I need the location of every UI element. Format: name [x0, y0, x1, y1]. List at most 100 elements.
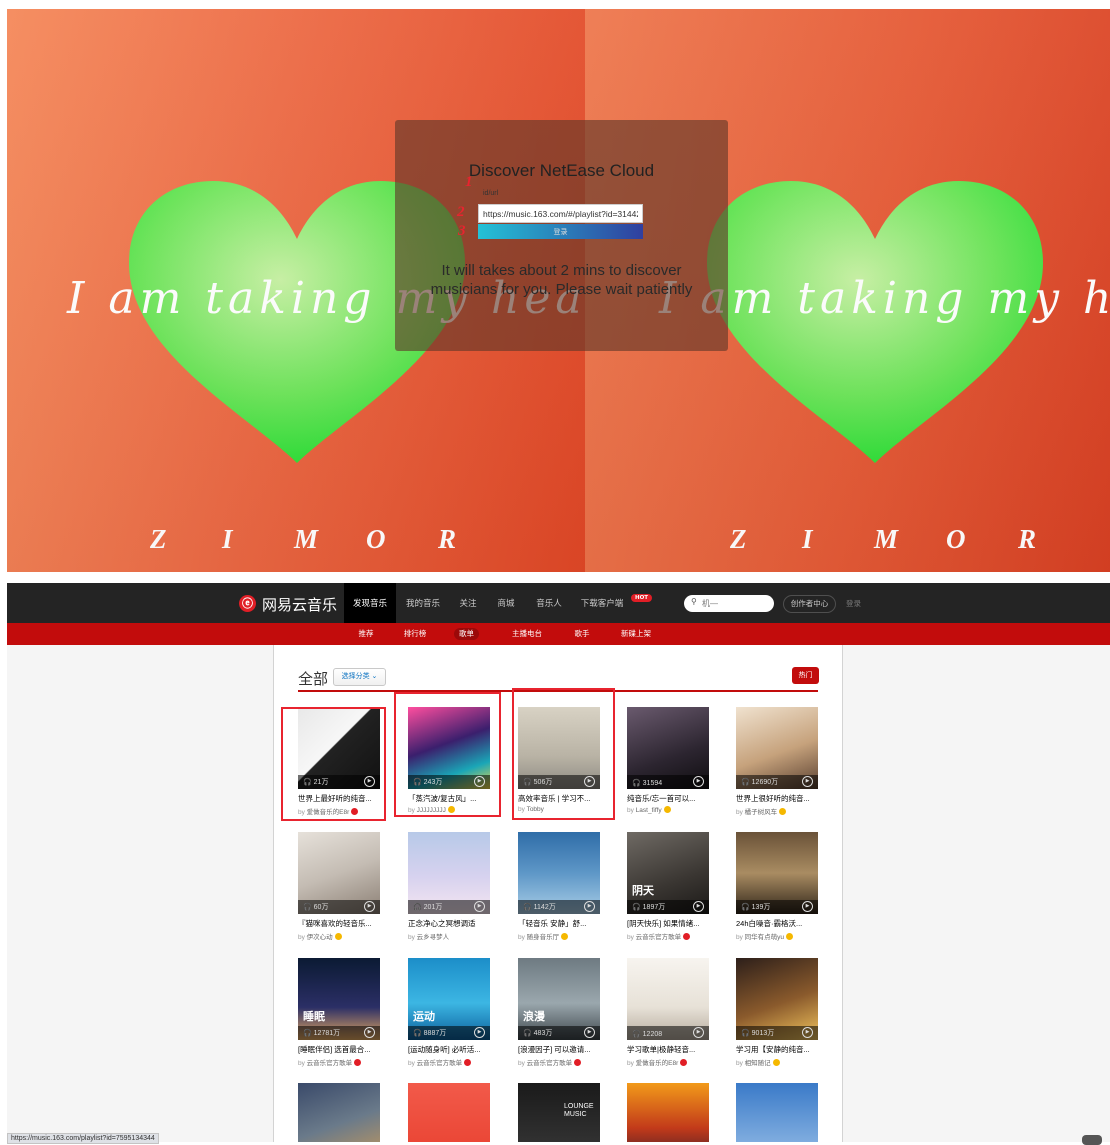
author-link[interactable]: 橘子树风车 — [745, 809, 778, 816]
login-link[interactable]: 登录 — [846, 598, 861, 609]
subnav-radio[interactable]: 主播电台 — [507, 623, 547, 645]
playlist-title[interactable]: 学习用【安静的纯音... — [736, 1044, 820, 1055]
playlist-card[interactable]: 睡眠 🎧 12781万 ▶ [睡眠伴侣] 选首最合... by 云音乐官方歌单 — [298, 958, 380, 1073]
subnav-artists[interactable]: 歌手 — [567, 623, 597, 645]
playlist-cover[interactable]: 🎧 9013万 ▶ — [736, 958, 818, 1040]
playlist-card[interactable]: 运动 🎧 8887万 ▶ [运动随身听] 必听活... by 云音乐官方歌单 — [408, 958, 490, 1073]
play-icon[interactable]: ▶ — [474, 1027, 485, 1038]
play-icon[interactable]: ▶ — [693, 776, 704, 787]
logo-text[interactable]: 网易云音乐 — [262, 594, 337, 615]
author-link[interactable]: 云音乐官方歌单 — [527, 1060, 573, 1067]
hot-sort-button[interactable]: 热门 — [792, 667, 819, 684]
author-link[interactable]: 云音乐官方歌单 — [417, 1060, 463, 1067]
author-link[interactable]: 伊次心动 — [307, 934, 333, 941]
play-icon[interactable]: ▶ — [584, 901, 595, 912]
nav-my-music[interactable]: 我的音乐 — [400, 583, 446, 623]
cover-tag: 浪漫 — [523, 1011, 545, 1023]
play-icon[interactable]: ▶ — [474, 901, 485, 912]
playlist-cover[interactable]: 🎧 139万 ▶ — [736, 832, 818, 914]
playlist-title[interactable]: 世界上很好听的纯音... — [736, 793, 820, 804]
author-link[interactable]: Last_fiffy — [636, 807, 662, 814]
author-link[interactable]: 相知随记 — [745, 1060, 771, 1067]
zimor-letter: I — [802, 524, 813, 554]
subnav-recommend[interactable]: 推荐 — [351, 623, 381, 645]
play-icon[interactable]: ▶ — [364, 901, 375, 912]
author-link[interactable]: 云乡寻梦人 — [417, 934, 450, 941]
playlist-cover[interactable]: 阴天 🎧 1897万 ▶ — [627, 832, 709, 914]
cover-bottom-bar: 🎧 31594 ▶ — [627, 775, 709, 789]
playlist-card[interactable] — [408, 1083, 490, 1142]
play-icon[interactable]: ▶ — [584, 1027, 595, 1038]
cover-bottom-bar: 🎧 1897万 ▶ — [627, 900, 709, 914]
playlist-card[interactable] — [298, 1083, 380, 1142]
select-category-button[interactable]: 选择分类 ⌄ — [333, 668, 386, 686]
playlist-cover[interactable]: 睡眠 🎧 12781万 ▶ — [298, 958, 380, 1040]
login-button[interactable]: 登录 — [478, 224, 643, 239]
subnav-playlists[interactable]: 歌单 — [454, 628, 479, 640]
playlist-card[interactable]: 🎧 201万 ▶ 正念净心之冥想调适 by 云乡寻梦人 — [408, 832, 490, 947]
playlist-card[interactable]: LOUNGE MUSIC — [518, 1083, 600, 1142]
playlist-title[interactable]: 纯音乐/忘一首可以... — [627, 793, 711, 804]
play-icon[interactable]: ▶ — [802, 776, 813, 787]
playlist-cover[interactable]: 🎧 12690万 ▶ — [736, 707, 818, 789]
subnav-charts[interactable]: 排行榜 — [400, 623, 430, 645]
nav-follow[interactable]: 关注 — [452, 583, 484, 623]
playlist-cover[interactable] — [298, 1083, 380, 1142]
search-input[interactable]: ⚲ 机— — [684, 595, 774, 612]
zimor-letter: M — [874, 524, 899, 554]
verified-badge-icon — [786, 933, 794, 940]
playlist-title[interactable]: [运动随身听] 必听活... — [408, 1044, 492, 1055]
playlist-cover[interactable]: 🎧 12208 ▶ — [627, 958, 709, 1040]
playlist-url-input[interactable] — [478, 204, 643, 223]
nav-store[interactable]: 商城 — [490, 583, 522, 623]
author-link[interactable]: 随身音乐厅 — [527, 934, 560, 941]
author-link[interactable]: 云音乐官方歌单 — [636, 934, 682, 941]
playlist-cover[interactable]: 运动 🎧 8887万 ▶ — [408, 958, 490, 1040]
creator-center-button[interactable]: 创作者中心 — [783, 595, 836, 613]
playlist-card[interactable]: 🎧 12690万 ▶ 世界上很好听的纯音... by 橘子树风车 — [736, 707, 818, 822]
author-link[interactable]: 云音乐官方歌单 — [307, 1060, 353, 1067]
cover-bottom-bar: 🎧 483万 ▶ — [518, 1026, 600, 1040]
playlist-cover[interactable]: LOUNGE MUSIC — [518, 1083, 600, 1142]
play-icon[interactable]: ▶ — [693, 1027, 704, 1038]
playlist-title[interactable]: 『猫咪喜欢的轻音乐... — [298, 918, 382, 929]
search-icon: ⚲ — [691, 597, 697, 606]
playlist-title[interactable]: [浪漫因子] 可以邀请... — [518, 1044, 602, 1055]
subnav-new-albums[interactable]: 新碟上架 — [616, 623, 656, 645]
playlist-cover[interactable] — [627, 1083, 709, 1142]
playlist-card[interactable] — [627, 1083, 709, 1142]
play-icon[interactable]: ▶ — [802, 1027, 813, 1038]
playlist-cover[interactable]: 🎧 31594 ▶ — [627, 707, 709, 789]
play-icon[interactable]: ▶ — [693, 901, 704, 912]
playlist-title[interactable]: 「轻音乐 安静」舒... — [518, 918, 602, 929]
playlist-cover[interactable]: 🎧 1142万 ▶ — [518, 832, 600, 914]
playlist-title[interactable]: [睡眠伴侣] 选首最合... — [298, 1044, 382, 1055]
play-icon[interactable]: ▶ — [802, 901, 813, 912]
nav-download[interactable]: 下载客户端 — [576, 583, 628, 623]
playlist-card[interactable]: 浪漫 🎧 483万 ▶ [浪漫因子] 可以邀请... by 云音乐官方歌单 — [518, 958, 600, 1073]
playlist-card[interactable]: 🎧 60万 ▶ 『猫咪喜欢的轻音乐... by 伊次心动 — [298, 832, 380, 947]
playlist-cover[interactable]: 🎧 201万 ▶ — [408, 832, 490, 914]
play-icon[interactable]: ▶ — [364, 1027, 375, 1038]
author-link[interactable]: 爱做音乐的E8r — [636, 1060, 679, 1067]
author-link[interactable]: 同华有点萌yu — [745, 934, 784, 941]
playlist-cover[interactable] — [736, 1083, 818, 1142]
playlist-card[interactable]: 🎧 139万 ▶ 24h白噪音·霸格沃... by 同华有点萌yu — [736, 832, 818, 947]
playlist-card[interactable] — [736, 1083, 818, 1142]
playlist-card[interactable]: 阴天 🎧 1897万 ▶ [阴天快乐] 如果情绪... by 云音乐官方歌单 — [627, 832, 709, 947]
floating-button[interactable] — [1082, 1135, 1102, 1145]
playlist-card[interactable]: 🎧 12208 ▶ 学习歌单|极静轻音... by 爱做音乐的E8r — [627, 958, 709, 1073]
playlist-cover[interactable]: 🎧 60万 ▶ — [298, 832, 380, 914]
playlist-cover[interactable]: 浪漫 🎧 483万 ▶ — [518, 958, 600, 1040]
playlist-cover[interactable] — [408, 1083, 490, 1142]
nav-discover[interactable]: 发现音乐 — [344, 583, 396, 623]
playlist-card[interactable]: 🎧 1142万 ▶ 「轻音乐 安静」舒... by 随身音乐厅 — [518, 832, 600, 947]
playlist-card[interactable]: 🎧 9013万 ▶ 学习用【安静的纯音... by 相知随记 — [736, 958, 818, 1073]
playlist-card[interactable]: 🎧 31594 ▶ 纯音乐/忘一首可以... by Last_fiffy — [627, 707, 709, 822]
nav-musician[interactable]: 音乐人 — [529, 583, 569, 623]
playlist-title[interactable]: 正念净心之冥想调适 — [408, 918, 492, 929]
playlist-title[interactable]: [阴天快乐] 如果情绪... — [627, 918, 711, 929]
netease-logo-icon[interactable]: ⓔ — [239, 595, 256, 612]
playlist-title[interactable]: 24h白噪音·霸格沃... — [736, 918, 820, 929]
playlist-title[interactable]: 学习歌单|极静轻音... — [627, 1044, 711, 1055]
